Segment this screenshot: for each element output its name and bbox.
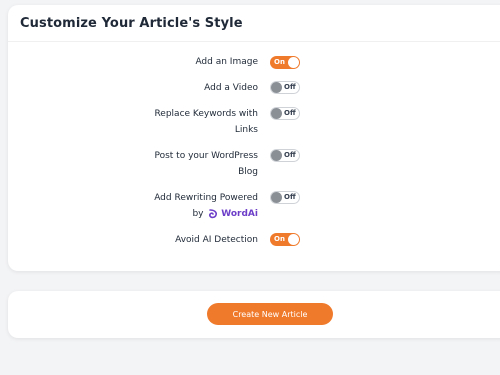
label-line-2: Links — [234, 125, 258, 135]
wordai-brand-name: WordAi — [221, 209, 258, 219]
wordai-logo-icon — [209, 208, 218, 218]
toggle-state-text: On — [274, 58, 285, 66]
page: Customize Your Article's Style Add an Im… — [0, 0, 500, 375]
toggle-avoid-ai[interactable]: On — [270, 233, 300, 246]
toggle-rewriting[interactable]: Off — [270, 191, 300, 204]
toggle-add-video[interactable]: Off — [270, 81, 300, 94]
article-style-card: Customize Your Article's Style Add an Im… — [8, 5, 500, 271]
toggle-knob — [271, 192, 282, 203]
toggle-knob — [288, 57, 299, 68]
card-title: Customize Your Article's Style — [20, 16, 243, 31]
toggle-state-text: Off — [284, 193, 296, 201]
label-line-2: Blog — [238, 167, 258, 177]
toggle-add-image[interactable]: On — [270, 56, 300, 69]
label-line-2: by WordAi — [108, 206, 258, 222]
label-line-1: Add Rewriting Powered — [154, 193, 258, 203]
label-line-1: Post to your WordPress — [154, 151, 258, 161]
toggle-knob — [271, 150, 282, 161]
toggle-knob — [271, 82, 282, 93]
option-label-add-image: Add an Image — [195, 57, 258, 67]
label-by: by — [192, 209, 204, 219]
toggle-knob — [271, 108, 282, 119]
toggle-state-text: Off — [284, 151, 296, 159]
divider — [8, 41, 500, 42]
option-label-add-video: Add a Video — [204, 83, 258, 93]
create-article-button[interactable]: Create New Article — [207, 303, 333, 325]
option-label-post-wordpress: Post to your WordPress Blog — [108, 148, 258, 180]
option-label-replace-keywords: Replace Keywords with Links — [108, 106, 258, 138]
toggle-post-wordpress[interactable]: Off — [270, 149, 300, 162]
create-article-card: Create New Article — [8, 291, 500, 338]
toggle-replace-keywords[interactable]: Off — [270, 107, 300, 120]
toggle-knob — [288, 234, 299, 245]
toggle-state-text: Off — [284, 83, 296, 91]
toggle-state-text: On — [274, 235, 285, 243]
option-label-avoid-ai: Avoid AI Detection — [175, 235, 258, 245]
toggle-state-text: Off — [284, 109, 296, 117]
label-line-1: Replace Keywords with — [154, 109, 258, 119]
option-label-rewriting: Add Rewriting Powered by WordAi — [108, 190, 258, 222]
